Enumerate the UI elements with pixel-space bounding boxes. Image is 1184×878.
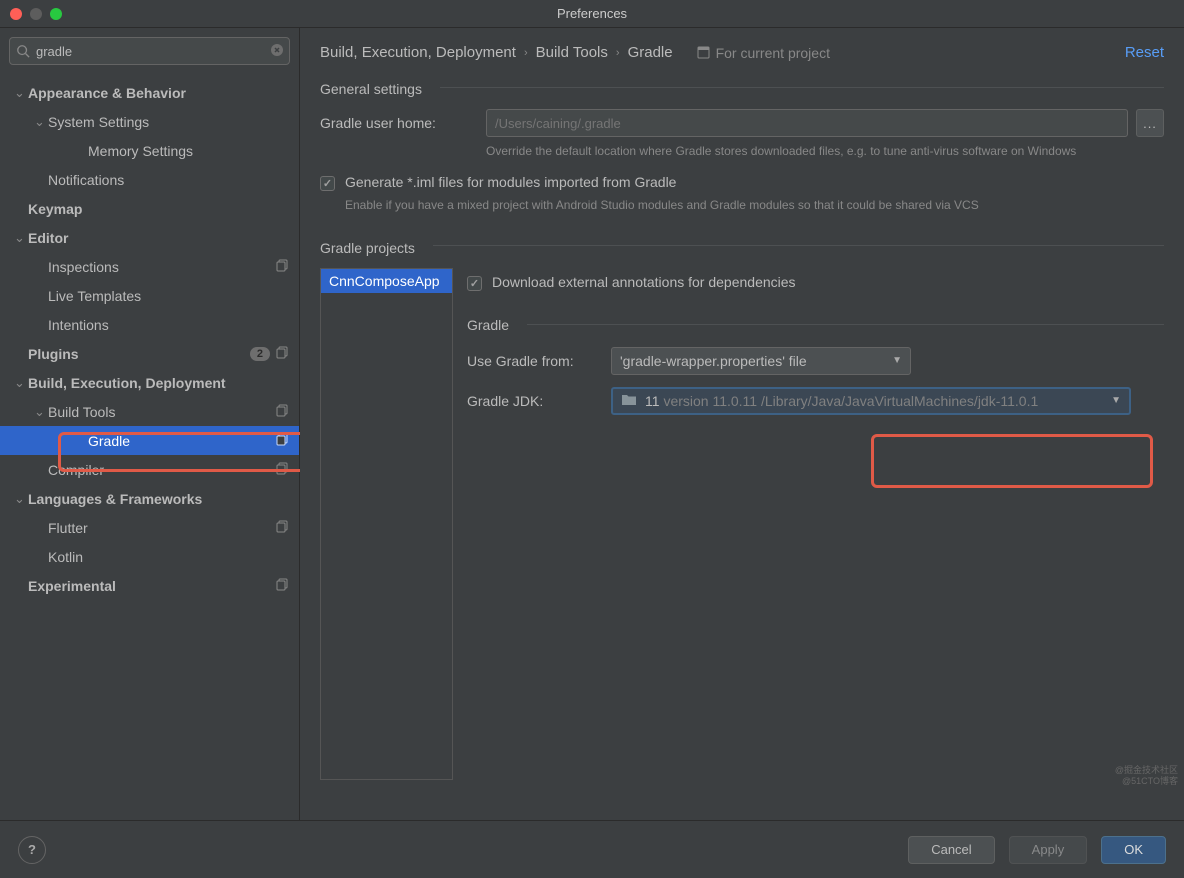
sidebar-item-label: Memory Settings [88,143,299,159]
scope-label: For current project [697,45,830,61]
search-input[interactable] [30,44,271,59]
sidebar-item-label: Languages & Frameworks [28,491,299,507]
footer: ? Cancel Apply OK [0,820,1184,878]
general-settings-title: General settings [320,73,422,101]
sidebar-item-memory-settings[interactable]: Memory Settings [0,136,299,165]
sidebar-item-label: Gradle [88,433,276,449]
sidebar-item-label: Build, Execution, Deployment [28,375,299,391]
titlebar: Preferences [0,0,1184,28]
sidebar: ⌄Appearance & Behavior⌄System SettingsMe… [0,28,300,820]
download-annotations-checkbox[interactable] [467,276,482,291]
watermark: @掘金技术社区 @51CTO博客 [1115,765,1178,788]
chevron-down-icon: ⌄ [14,85,28,101]
download-annotations-label: Download external annotations for depend… [492,274,796,290]
sidebar-item-flutter[interactable]: Flutter [0,513,299,542]
generate-iml-hint: Enable if you have a mixed project with … [320,197,1164,214]
badge: 2 [250,347,270,361]
copy-icon [276,578,289,594]
sidebar-item-label: Notifications [48,172,299,188]
sidebar-item-label: Experimental [28,578,276,594]
sidebar-item-live-templates[interactable]: Live Templates [0,281,299,310]
projects-list[interactable]: CnnComposeApp [320,268,453,780]
sidebar-item-label: Plugins [28,346,250,362]
chevron-down-icon: ▼ [1111,395,1121,406]
folder-icon [621,393,637,409]
sidebar-item-label: Inspections [48,259,276,275]
sidebar-item-compiler[interactable]: Compiler [0,455,299,484]
copy-icon [276,404,289,420]
sidebar-item-kotlin[interactable]: Kotlin [0,542,299,571]
browse-button[interactable]: ... [1136,109,1164,137]
user-home-label: Gradle user home: [320,109,468,131]
sidebar-item-intentions[interactable]: Intentions [0,310,299,339]
sidebar-item-notifications[interactable]: Notifications [0,165,299,194]
sidebar-item-label: Live Templates [48,288,299,304]
copy-icon [276,259,289,275]
copy-icon [276,346,289,362]
sidebar-item-appearance-behavior[interactable]: ⌄Appearance & Behavior [0,78,299,107]
sidebar-item-label: Compiler [48,462,276,478]
sidebar-item-label: Keymap [28,201,299,217]
sidebar-item-label: Appearance & Behavior [28,85,299,101]
help-button[interactable]: ? [18,836,46,864]
chevron-right-icon: › [524,47,528,59]
chevron-down-icon: ⌄ [34,114,48,130]
project-scope-icon [697,46,710,59]
sidebar-item-experimental[interactable]: Experimental [0,571,299,600]
project-item[interactable]: CnnComposeApp [321,269,452,293]
window-close-button[interactable] [10,8,22,20]
sidebar-item-label: Editor [28,230,299,246]
chevron-down-icon: ⌄ [34,404,48,420]
settings-tree: ⌄Appearance & Behavior⌄System SettingsMe… [0,74,299,820]
chevron-down-icon: ▼ [892,355,902,366]
window-minimize-button[interactable] [30,8,42,20]
user-home-input[interactable] [486,109,1128,137]
generate-iml-label: Generate *.iml files for modules importe… [345,174,676,190]
window-maximize-button[interactable] [50,8,62,20]
gradle-jdk-label: Gradle JDK: [467,393,597,409]
sidebar-item-label: Flutter [48,520,276,536]
gradle-subsection-title: Gradle [467,317,509,333]
chevron-down-icon: ⌄ [14,375,28,391]
chevron-down-icon: ⌄ [14,230,28,246]
gradle-jdk-dropdown[interactable]: 11 version 11.0.11 /Library/Java/JavaVir… [611,387,1131,415]
sidebar-item-label: Build Tools [48,404,276,420]
chevron-down-icon: ⌄ [14,491,28,507]
main-panel: Build, Execution, Deployment › Build Too… [300,28,1184,820]
gradle-projects-title: Gradle projects [320,232,415,260]
sidebar-item-build-tools[interactable]: ⌄Build Tools [0,397,299,426]
sidebar-item-languages-frameworks[interactable]: ⌄Languages & Frameworks [0,484,299,513]
copy-icon [276,520,289,536]
user-home-hint: Override the default location where Grad… [486,143,1164,160]
sidebar-item-inspections[interactable]: Inspections [0,252,299,281]
sidebar-item-system-settings[interactable]: ⌄System Settings [0,107,299,136]
chevron-right-icon: › [616,47,620,59]
sidebar-item-gradle[interactable]: Gradle [0,426,299,455]
sidebar-item-label: Intentions [48,317,299,333]
generate-iml-checkbox[interactable] [320,176,335,191]
sidebar-item-editor[interactable]: ⌄Editor [0,223,299,252]
reset-link[interactable]: Reset [1125,44,1164,61]
search-icon [16,44,30,58]
window-title: Preferences [557,6,627,21]
sidebar-item-label: System Settings [48,114,299,130]
use-gradle-from-label: Use Gradle from: [467,353,597,369]
use-gradle-from-dropdown[interactable]: 'gradle-wrapper.properties' file ▼ [611,347,911,375]
sidebar-item-keymap[interactable]: Keymap [0,194,299,223]
breadcrumb: Build, Execution, Deployment › Build Too… [320,44,673,61]
sidebar-item-plugins[interactable]: Plugins2 [0,339,299,368]
sidebar-item-label: Kotlin [48,549,299,565]
copy-icon [276,433,289,449]
copy-icon [276,462,289,478]
ok-button[interactable]: OK [1101,836,1166,864]
cancel-button[interactable]: Cancel [908,836,994,864]
search-clear-icon[interactable] [271,44,283,59]
search-box[interactable] [9,37,290,65]
apply-button[interactable]: Apply [1009,836,1088,864]
sidebar-item-build-execution-deployment[interactable]: ⌄Build, Execution, Deployment [0,368,299,397]
